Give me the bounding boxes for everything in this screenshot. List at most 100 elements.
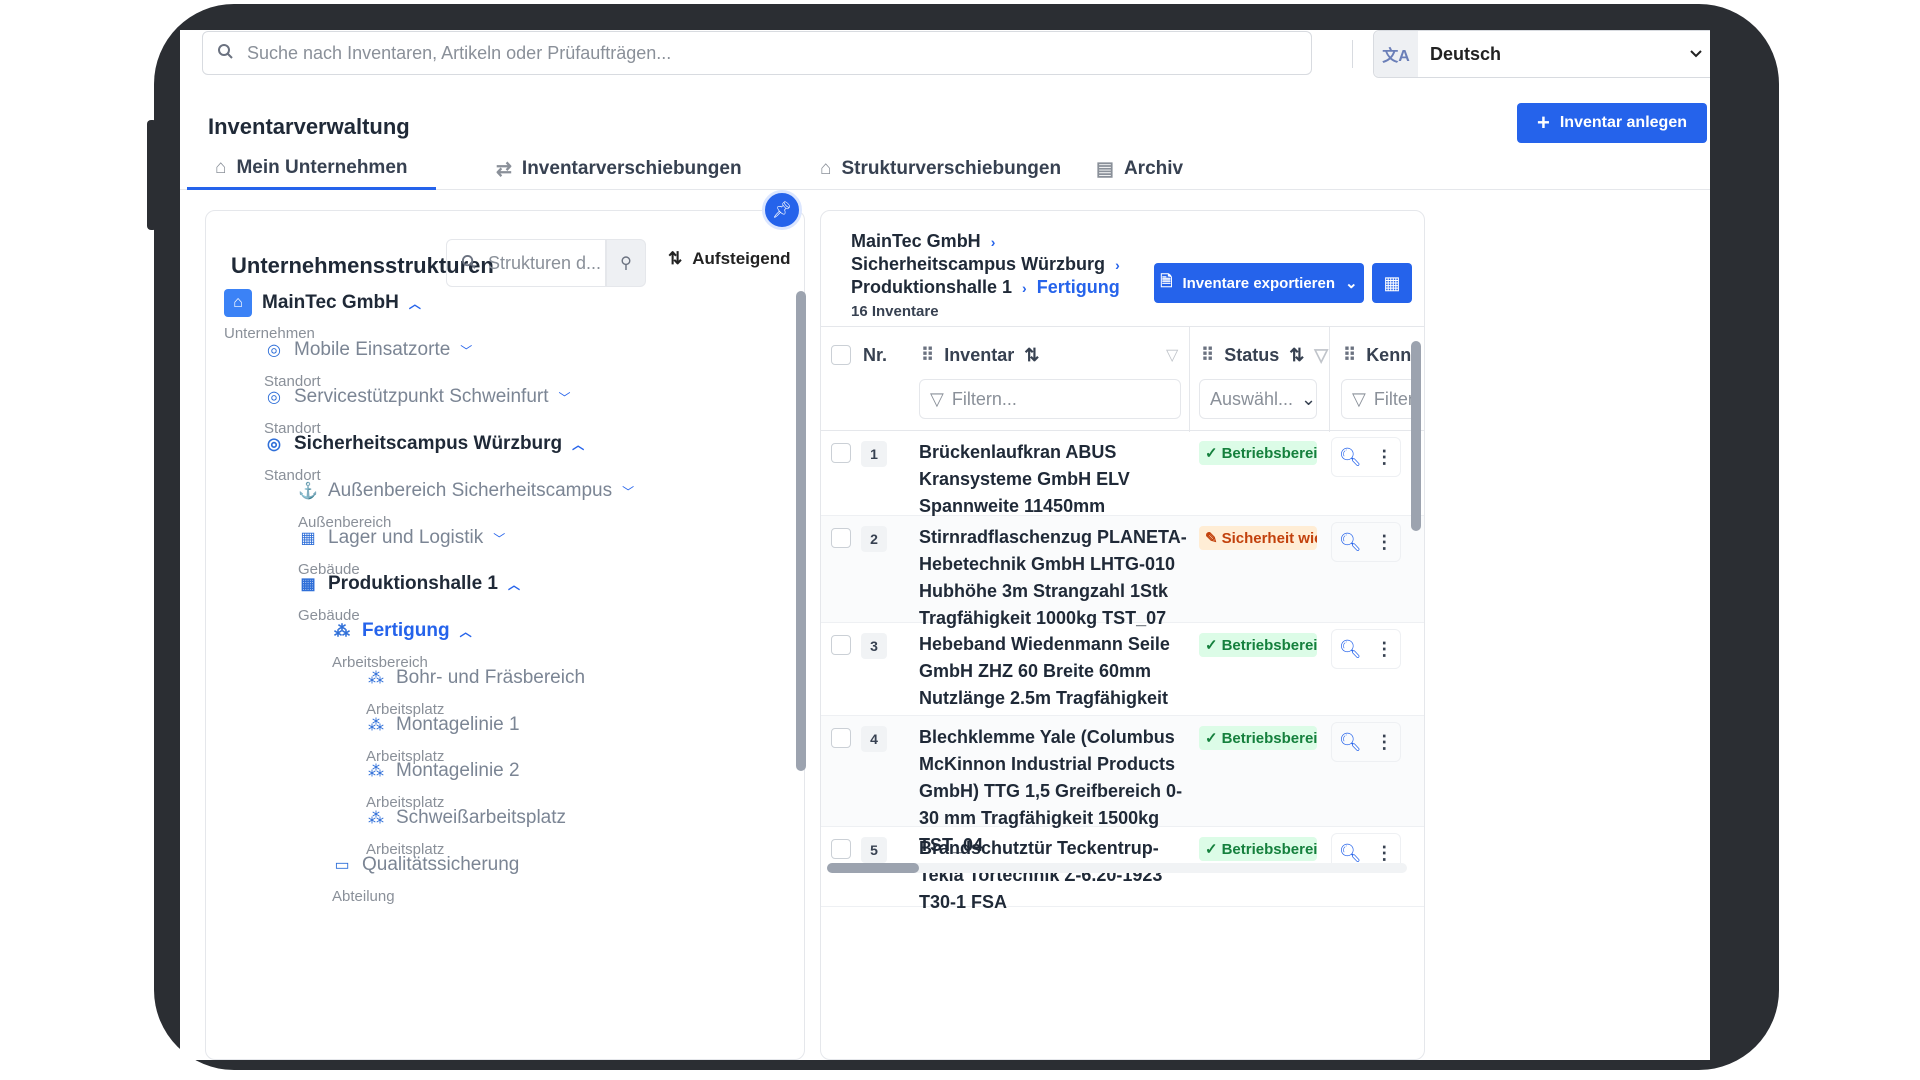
row-checkbox[interactable] [831, 635, 851, 655]
zoom-icon[interactable]: 🔍︎ [1339, 532, 1362, 553]
tree-item-lager-logistik[interactable]: ▦ Lager und Logistik ﹀ [298, 527, 505, 549]
pin-icon: 📌︎ [771, 202, 793, 219]
table-horizontal-scrollbar[interactable] [827, 863, 919, 873]
sort-icon[interactable]: ⇅ [1024, 345, 1039, 366]
row-checkbox[interactable] [831, 839, 851, 859]
column-separator[interactable] [1189, 327, 1190, 432]
tree-item-label: Sicherheitscampus Würzburg [294, 433, 563, 454]
pin-button[interactable]: 📌︎ [762, 190, 802, 230]
status-badge: ✎Sicherheit wie... [1199, 526, 1317, 550]
tree-item-label: Qualitätssicherung [362, 854, 520, 875]
breadcrumb-item[interactable]: MainTec GmbH [851, 231, 981, 252]
breadcrumb-item[interactable]: Produktionshalle 1 [851, 277, 1012, 298]
chevron-down-icon[interactable]: ﹀ [622, 483, 634, 500]
tree-item-maintec[interactable]: ⌂ MainTec GmbH ︿ [224, 289, 421, 317]
sort-icon[interactable]: ⇅ [1289, 345, 1304, 366]
more-icon[interactable]: ⋮ [1375, 447, 1393, 468]
tab-label: Inventarverschiebungen [521, 158, 742, 179]
tree-item-label: Fertigung [362, 620, 450, 641]
archive-icon: ▤ [1096, 158, 1114, 180]
home-icon: ⌂ [215, 156, 227, 178]
chevron-up-icon[interactable]: ︿ [409, 295, 421, 312]
tree-item-montagelinie-1[interactable]: ⁂ Montagelinie 1 [366, 714, 520, 736]
col-nr: Nr. [863, 345, 887, 366]
language-select[interactable]: 文A Deutsch [1373, 30, 1710, 78]
tab-bar: ⌂ Mein Unternehmen ⇄ Inventarverschiebun… [180, 148, 1710, 190]
tree-item-fertigung[interactable]: ⁂ Fertigung ︿ [332, 620, 472, 642]
company-icon: ⌂ [224, 289, 252, 317]
location-pin-icon: ◎ [267, 436, 281, 453]
hierarchy-icon: ⚲ [620, 255, 632, 272]
search-placeholder: Suche nach Inventaren, Artikeln oder Prü… [247, 42, 672, 63]
chevron-down-icon[interactable]: ﹀ [559, 389, 571, 406]
col-kennz[interactable]: ⠿ Kennz [1343, 345, 1420, 366]
sort-button[interactable]: ⇅ Aufsteigend [668, 249, 790, 269]
tree-item-produktionshalle[interactable]: ▦ Produktionshalle 1 ︿ [298, 573, 520, 595]
table-row[interactable]: 2 Stirnradflaschenzug PLANETA-Hebetechni… [821, 516, 1424, 628]
table-row[interactable]: 4 Blechklemme Yale (Columbus McKinnon In… [821, 716, 1424, 855]
chevron-up-icon[interactable]: ︿ [460, 623, 472, 640]
building-icon: ▦ [300, 576, 316, 593]
column-separator[interactable] [1329, 327, 1330, 432]
create-inventory-button[interactable]: + Inventar anlegen [1517, 103, 1707, 143]
more-icon[interactable]: ⋮ [1375, 532, 1393, 553]
row-checkbox[interactable] [831, 443, 851, 463]
inventar-filter-input[interactable]: ▽ Filtern... [919, 379, 1181, 419]
chevron-down-icon[interactable]: ﹀ [493, 530, 505, 547]
check-icon: ✓ [1205, 730, 1218, 747]
tab-mein-unternehmen[interactable]: ⌂ Mein Unternehmen [187, 148, 436, 190]
zoom-icon[interactable]: 🔍︎ [1339, 447, 1362, 468]
tree-item-label: Bohr- und Fräsbereich [396, 667, 586, 688]
status-badge: ✓ Betriebsbereit [1199, 633, 1317, 657]
zoom-icon[interactable]: 🔍︎ [1339, 639, 1362, 660]
tree-item-mobile-einsatzorte[interactable]: ◎ Mobile Einsatzorte ﹀ [264, 339, 472, 361]
tree-item-schweissarbeitsplatz[interactable]: ⁂ Schweißarbeitsplatz [366, 807, 566, 829]
structure-search-input[interactable]: Strukturen d... [446, 239, 606, 287]
col-inventar[interactable]: ⠿ Inventar ⇅ [921, 345, 1039, 366]
inventory-name[interactable]: Brandschutztür Teckentrup-Tekla Tortechn… [919, 835, 1199, 916]
structure-tree-button[interactable]: ⚲ [606, 239, 646, 287]
more-icon[interactable]: ⋮ [1375, 639, 1393, 660]
global-search-input[interactable]: Suche nach Inventaren, Artikeln oder Prü… [202, 31, 1312, 75]
more-icon[interactable]: ⋮ [1375, 843, 1393, 864]
col-status[interactable]: ⠿ Status ⇅ ▽ [1201, 345, 1328, 366]
breadcrumb-item[interactable]: Sicherheitscampus Würzburg [851, 254, 1105, 275]
tree-item-bohr-fraesbereich[interactable]: ⁂ Bohr- und Fräsbereich [366, 667, 585, 689]
row-checkbox[interactable] [831, 528, 851, 548]
tree-item-montagelinie-2[interactable]: ⁂ Montagelinie 2 [366, 760, 520, 782]
table-header: Nr. ⠿ Inventar ⇅ ▽ ⠿ Status ⇅ ▽ ⠿ Kennz … [821, 326, 1424, 432]
select-all-checkbox[interactable] [831, 345, 851, 365]
chevron-up-icon[interactable]: ︿ [572, 436, 584, 453]
tab-strukturverschiebungen[interactable]: ⌂ Strukturverschiebungen [820, 148, 1061, 190]
inventory-name[interactable]: Stirnradflaschenzug PLANETA-Hebetechnik … [919, 524, 1199, 632]
column-settings-button[interactable]: ▦ [1372, 263, 1412, 303]
chevron-up-icon[interactable]: ︿ [508, 576, 520, 593]
chevron-right-icon: › [990, 233, 996, 250]
more-icon[interactable]: ⋮ [1375, 732, 1393, 753]
status-filter-select[interactable]: Auswähl... ⌄ [1199, 379, 1317, 419]
zoom-icon[interactable]: 🔍︎ [1339, 843, 1362, 864]
drag-handle-icon[interactable]: ⠿ [1343, 345, 1356, 366]
tree-item-sicherheitscampus[interactable]: ◎ Sicherheitscampus Würzburg ︿ [264, 433, 584, 455]
table-row[interactable]: 3 Hebeband Wiedenmann Seile GmbH ZHZ 60 … [821, 623, 1424, 735]
tree-item-aussenbereich[interactable]: ⚓ Außenbereich Sicherheitscampus ﹀ [298, 480, 634, 502]
filter-icon[interactable]: ▽ [1166, 345, 1178, 365]
drag-handle-icon[interactable]: ⠿ [1201, 345, 1214, 366]
breadcrumb-item-current[interactable]: Fertigung [1037, 277, 1120, 298]
chevron-down-icon[interactable]: ﹀ [460, 342, 472, 359]
tree-item-servicestuetzpunkt[interactable]: ◎ Servicestützpunkt Schweinfurt ﹀ [264, 386, 571, 408]
filter-icon[interactable]: ▽ [1314, 345, 1328, 366]
kennz-filter-input[interactable]: ▽ Filter [1341, 379, 1421, 419]
tree-scrollbar[interactable] [796, 291, 806, 771]
zoom-icon[interactable]: 🔍︎ [1339, 732, 1362, 753]
row-checkbox[interactable] [831, 728, 851, 748]
table-vertical-scrollbar[interactable] [1411, 341, 1421, 531]
tree-item-qualitaetssicherung[interactable]: ▭ Qualitätssicherung [332, 854, 519, 876]
drag-handle-icon[interactable]: ⠿ [921, 345, 934, 366]
export-inventory-button[interactable]: 🗎︎ Inventare exportieren ⌄ [1154, 263, 1364, 303]
tab-inventarverschiebungen[interactable]: ⇄ Inventarverschiebungen [496, 148, 742, 190]
filter-placeholder: Auswähl... [1210, 388, 1294, 409]
table-row[interactable]: 1 Brückenlaufkran ABUS Kransysteme GmbH … [821, 431, 1424, 543]
tab-archiv[interactable]: ▤ Archiv [1096, 148, 1183, 190]
workplace-icon: ⁂ [368, 717, 384, 734]
